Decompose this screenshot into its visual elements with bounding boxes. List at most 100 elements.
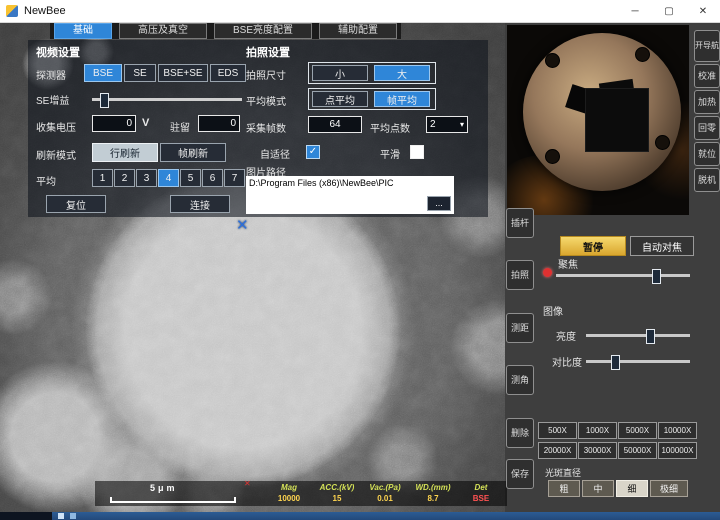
- brightness-slider-handle[interactable]: [646, 329, 655, 344]
- frame-average-button[interactable]: 帧平均: [374, 91, 430, 107]
- average-6-button[interactable]: 6: [202, 169, 223, 187]
- average-7-button[interactable]: 7: [224, 169, 245, 187]
- collect-voltage-input[interactable]: [92, 115, 136, 132]
- average-3-button[interactable]: 3: [136, 169, 157, 187]
- average-2-button[interactable]: 2: [114, 169, 135, 187]
- voltage-unit-label: V: [142, 117, 149, 129]
- button-label: 脱机: [698, 175, 716, 185]
- se-gain-slider-handle[interactable]: [100, 93, 109, 108]
- tab-basic[interactable]: 基础: [54, 23, 112, 39]
- refresh-mode-label: 刷新模式: [36, 147, 76, 162]
- pause-button[interactable]: 暂停: [560, 236, 626, 256]
- size-small-button[interactable]: 小: [312, 65, 368, 81]
- status-field-value: 10000: [265, 494, 313, 503]
- detector-disc: [523, 33, 681, 191]
- size-large-button[interactable]: 大: [374, 65, 430, 81]
- home-button[interactable]: 回零: [694, 116, 720, 140]
- button-label: 5000X: [626, 426, 649, 435]
- measure-angle-button[interactable]: 测角: [506, 365, 534, 395]
- button-label: 校准: [698, 71, 716, 81]
- spot-medium-button[interactable]: 中: [582, 480, 614, 497]
- taskbar[interactable]: [0, 512, 720, 520]
- screw-hole: [635, 47, 650, 62]
- tab-aux-config[interactable]: 辅助配置: [319, 23, 397, 39]
- start-button[interactable]: [0, 512, 52, 520]
- maximize-button[interactable]: ▢: [652, 0, 686, 22]
- button-label: 粗: [559, 482, 568, 495]
- mag-500x-button[interactable]: 500X: [538, 422, 577, 439]
- offline-button[interactable]: 脱机: [694, 168, 720, 192]
- contrast-slider[interactable]: [586, 360, 690, 363]
- spot-coarse-button[interactable]: 粗: [548, 480, 580, 497]
- focus-slider[interactable]: [556, 274, 690, 277]
- screw-hole: [545, 149, 560, 164]
- spot-ultrafine-button[interactable]: 极细: [650, 480, 688, 497]
- mag-50000x-button[interactable]: 50000X: [618, 442, 657, 459]
- mag-5000x-button[interactable]: 5000X: [618, 422, 657, 439]
- detector-eds-button[interactable]: EDS: [210, 64, 246, 82]
- status-field-vac: Vac.(Pa) 0.01: [361, 483, 409, 503]
- avg-mode-label: 平均模式: [246, 93, 286, 108]
- minimize-icon: ─: [631, 6, 638, 17]
- detector-bse-button[interactable]: BSE: [84, 64, 122, 82]
- detector-label: 探测器: [36, 67, 66, 82]
- button-label: 自动对焦: [642, 239, 682, 254]
- calibrate-button[interactable]: 校准: [694, 64, 720, 88]
- detector-se-button[interactable]: SE: [124, 64, 156, 82]
- line-refresh-button[interactable]: 行刷新: [92, 143, 158, 162]
- se-gain-slider[interactable]: [92, 98, 242, 101]
- image-path-box[interactable]: D:\Program Files (x86)\NewBee\PIC ...: [246, 176, 454, 214]
- mag-100000x-button[interactable]: 100000X: [658, 442, 697, 459]
- heat-button[interactable]: 加热: [694, 90, 720, 114]
- button-label: EDS: [218, 68, 239, 79]
- delete-button[interactable]: 删除: [506, 418, 534, 448]
- auto-checkbox-label: 自适径: [260, 146, 290, 161]
- average-4-button[interactable]: 4: [158, 169, 179, 187]
- in-position-button[interactable]: 就位: [694, 142, 720, 166]
- focus-slider-handle[interactable]: [652, 269, 661, 284]
- button-label: 测角: [511, 375, 529, 385]
- frame-refresh-button[interactable]: 帧刷新: [160, 143, 226, 162]
- contrast-slider-handle[interactable]: [611, 355, 620, 370]
- minimize-button[interactable]: ─: [618, 0, 652, 22]
- status-field-name: Vac.(Pa): [361, 483, 409, 492]
- button-label: 10000X: [664, 426, 692, 435]
- status-field-name: Det: [457, 483, 505, 492]
- point-average-button[interactable]: 点平均: [312, 91, 368, 107]
- autofocus-button[interactable]: 自动对焦: [630, 236, 694, 256]
- dwell-input[interactable]: [198, 115, 240, 132]
- measure-distance-button[interactable]: 测距: [506, 313, 534, 343]
- status-field-name: Mag: [265, 483, 313, 492]
- mag-30000x-button[interactable]: 30000X: [578, 442, 617, 459]
- close-button[interactable]: ✕: [686, 0, 720, 22]
- connect-button[interactable]: 连接: [170, 195, 230, 213]
- taskbar-icon[interactable]: [70, 513, 76, 519]
- capture-button[interactable]: 拍照: [506, 260, 534, 290]
- save-button[interactable]: 保存: [506, 459, 534, 489]
- mag-1000x-button[interactable]: 1000X: [578, 422, 617, 439]
- average-5-button[interactable]: 5: [180, 169, 201, 187]
- frames-input[interactable]: [308, 116, 362, 133]
- open-navigation-button[interactable]: 开导航: [694, 30, 720, 62]
- detector-bse-se-button[interactable]: BSE+SE: [158, 64, 208, 82]
- mag-10000x-button[interactable]: 10000X: [658, 422, 697, 439]
- points-select[interactable]: 2 ▾: [426, 116, 468, 133]
- scale-label: 5μm: [150, 483, 178, 493]
- tab-label: 高压及真空: [138, 25, 188, 36]
- image-path-text: D:\Program Files (x86)\NewBee\PIC: [249, 178, 394, 188]
- taskbar-icon[interactable]: [58, 513, 64, 519]
- reset-button[interactable]: 复位: [46, 195, 106, 213]
- insert-rod-button[interactable]: 插杆: [506, 208, 534, 238]
- mag-20000x-button[interactable]: 20000X: [538, 442, 577, 459]
- auto-checkbox[interactable]: ✓: [306, 145, 320, 159]
- chamber-camera-image: [507, 25, 689, 215]
- smooth-checkbox[interactable]: [410, 145, 424, 159]
- tab-bse-config[interactable]: BSE亮度配置: [214, 23, 312, 39]
- browse-button[interactable]: ...: [427, 196, 451, 211]
- se-gain-label: SE增益: [36, 92, 69, 107]
- spot-fine-button[interactable]: 细: [616, 480, 648, 497]
- average-1-button[interactable]: 1: [92, 169, 113, 187]
- tab-hv-vacuum[interactable]: 高压及真空: [119, 23, 207, 39]
- smooth-checkbox-label: 平滑: [380, 146, 400, 161]
- brightness-slider[interactable]: [586, 334, 690, 337]
